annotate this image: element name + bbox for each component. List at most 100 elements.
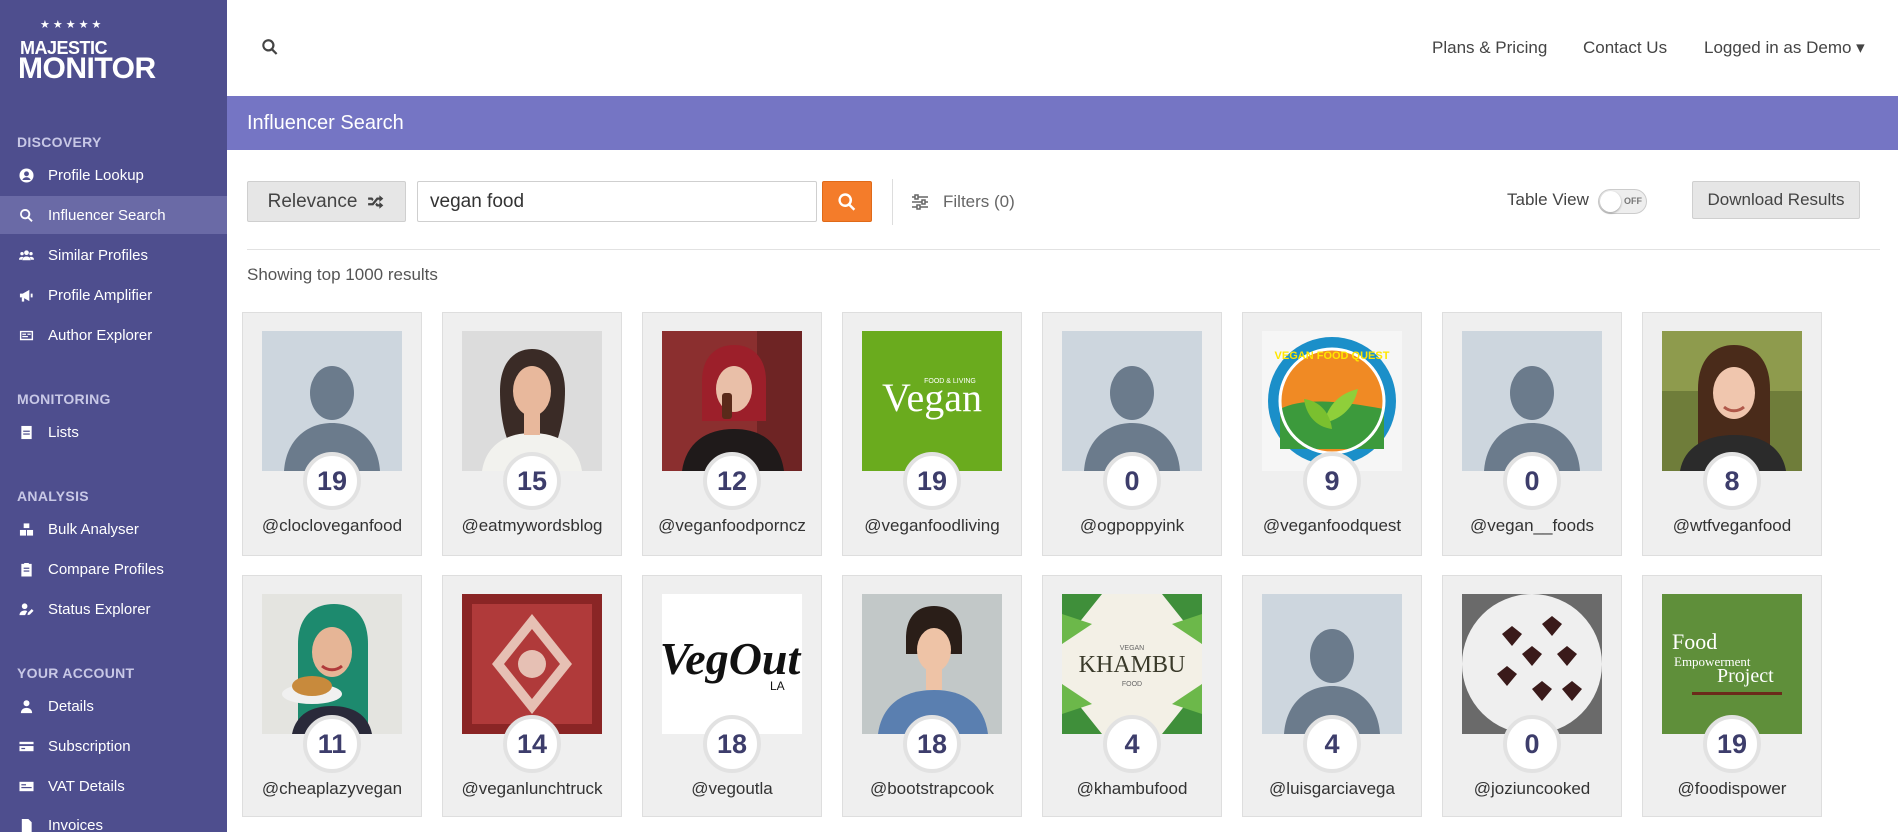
profile-avatar[interactable] xyxy=(262,331,402,471)
profile-avatar[interactable]: FOOD & LIVING Vegan xyxy=(862,331,1002,471)
profile-avatar[interactable]: VEGAN FOOD QUEST xyxy=(1262,331,1402,471)
profile-avatar[interactable] xyxy=(662,331,802,471)
sidebar-item-author-explorer[interactable]: Author Explorer xyxy=(0,316,227,354)
profile-card[interactable]: 0 @ogpoppyink xyxy=(1042,312,1222,556)
search-icon[interactable] xyxy=(261,38,279,56)
sidebar-item-compare-profiles[interactable]: Compare Profiles xyxy=(0,550,227,588)
profile-avatar[interactable] xyxy=(1462,331,1602,471)
page-header: Influencer Search xyxy=(227,96,1898,150)
profile-handle[interactable]: @clocloveganfood xyxy=(243,516,421,536)
score-badge: 19 xyxy=(1703,715,1761,773)
user-menu[interactable]: Logged in as Demo ▾ xyxy=(1704,38,1865,58)
profile-avatar[interactable] xyxy=(862,594,1002,734)
logo-line2: MONITOR xyxy=(18,52,156,85)
sidebar-item-profile-amplifier[interactable]: Profile Amplifier xyxy=(0,276,227,314)
filters-button[interactable]: Filters (0) xyxy=(911,192,1015,212)
logo-line3-text: Project xyxy=(1717,665,1774,687)
search-icon xyxy=(838,192,856,211)
sidebar-item-label: Author Explorer xyxy=(48,326,153,344)
profile-avatar[interactable] xyxy=(262,594,402,734)
logo-sub-text: LA xyxy=(770,679,785,693)
profile-handle[interactable]: @luisgarciavega xyxy=(1243,779,1421,799)
profile-avatar[interactable] xyxy=(462,594,602,734)
shuffle-icon xyxy=(368,194,384,209)
score-badge: 18 xyxy=(903,715,961,773)
toggle-knob xyxy=(1600,191,1621,212)
profile-card[interactable]: VEGAN KHAMBU FOOD 4 @khambufood xyxy=(1042,575,1222,817)
sidebar-item-lists[interactable]: Lists xyxy=(0,413,227,451)
profile-handle[interactable]: @vegan__foods xyxy=(1443,516,1621,536)
sidebar-item-bulk-analyser[interactable]: Bulk Analyser xyxy=(0,510,227,548)
logo-small-text: VEGAN xyxy=(1120,645,1145,652)
profile-card[interactable]: VegOut LA 18 @vegoutla xyxy=(642,575,822,817)
profile-handle[interactable]: @eatmywordsblog xyxy=(443,516,621,536)
page-title: Influencer Search xyxy=(247,112,404,134)
profile-card[interactable]: 4 @luisgarciavega xyxy=(1242,575,1422,817)
table-view-toggle[interactable]: OFF xyxy=(1598,189,1647,214)
profile-handle[interactable]: @khambufood xyxy=(1043,779,1221,799)
profile-card[interactable]: VEGAN FOOD QUEST 9 @veganfoodquest xyxy=(1242,312,1422,556)
profile-handle[interactable]: @veganfoodliving xyxy=(843,516,1021,536)
profile-card[interactable]: 0 @joziuncooked xyxy=(1442,575,1622,817)
profile-avatar[interactable] xyxy=(1462,594,1602,734)
contact-us-link[interactable]: Contact Us xyxy=(1583,38,1667,58)
sidebar-item-subscription[interactable]: Subscription xyxy=(0,727,227,765)
profile-avatar[interactable] xyxy=(1262,594,1402,734)
profile-card[interactable]: Food Empowerment Project 19 @foodispower xyxy=(1642,575,1822,817)
profile-avatar[interactable] xyxy=(1662,331,1802,471)
profile-handle[interactable]: @bootstrapcook xyxy=(843,779,1021,799)
toggle-text: OFF xyxy=(1624,196,1642,206)
list-icon xyxy=(18,424,34,440)
sidebar-item-influencer-search[interactable]: Influencer Search xyxy=(0,196,227,234)
sidebar-item-label: Similar Profiles xyxy=(48,246,149,264)
profile-avatar[interactable]: VEGAN KHAMBU FOOD xyxy=(1062,594,1202,734)
logo-text: KHAMBU xyxy=(1079,652,1186,678)
profile-handle[interactable]: @veganfoodquest xyxy=(1243,516,1421,536)
sidebar-item-status-explorer[interactable]: Status Explorer xyxy=(0,590,227,628)
profile-avatar[interactable] xyxy=(462,331,602,471)
sidebar-item-details[interactable]: Details xyxy=(0,687,227,725)
logo-stars: ★★★★★ xyxy=(40,19,105,31)
plans-pricing-link[interactable]: Plans & Pricing xyxy=(1432,38,1547,58)
profile-card[interactable]: 18 @bootstrapcook xyxy=(842,575,1022,817)
profile-handle[interactable]: @vegoutla xyxy=(643,779,821,799)
profile-card[interactable]: 15 @eatmywordsblog xyxy=(442,312,622,556)
profile-avatar[interactable] xyxy=(1062,331,1202,471)
sort-button[interactable]: Relevance xyxy=(247,181,406,222)
sidebar-item-similar-profiles[interactable]: Similar Profiles xyxy=(0,236,227,274)
profile-handle[interactable]: @veganfoodporncz xyxy=(643,516,821,536)
sidebar: ★★★★★ MAJESTIC MONITOR DISCOVERY Profile… xyxy=(0,0,227,832)
results-summary: Showing top 1000 results xyxy=(247,265,438,284)
profile-handle[interactable]: @cheaplazyvegan xyxy=(243,779,421,799)
search-button[interactable] xyxy=(822,181,872,222)
profile-card[interactable]: 11 @cheaplazyvegan xyxy=(242,575,422,817)
top-navbar: Plans & Pricing Contact Us Logged in as … xyxy=(227,0,1898,96)
download-results-button[interactable]: Download Results xyxy=(1692,181,1860,219)
profile-handle[interactable]: @joziuncooked xyxy=(1443,779,1621,799)
profile-avatar[interactable]: Food Empowerment Project xyxy=(1662,594,1802,734)
logo-text: Vegan xyxy=(882,375,982,420)
profile-card[interactable]: 8 @wtfveganfood xyxy=(1642,312,1822,556)
logo-sub-text: FOOD xyxy=(1122,681,1142,688)
sidebar-item-label: Bulk Analyser xyxy=(48,520,139,538)
sidebar-item-invoices[interactable]: Invoices xyxy=(0,806,227,832)
profile-card[interactable]: FOOD & LIVING Vegan 19 @veganfoodliving xyxy=(842,312,1022,556)
profile-card[interactable]: 0 @vegan__foods xyxy=(1442,312,1622,556)
sidebar-item-profile-lookup[interactable]: Profile Lookup xyxy=(0,156,227,194)
profile-card[interactable]: 14 @veganlunchtruck xyxy=(442,575,622,817)
profile-handle[interactable]: @foodispower xyxy=(1643,779,1821,799)
search-input[interactable] xyxy=(417,181,817,222)
search-icon xyxy=(18,207,34,223)
id-card-icon xyxy=(18,327,34,343)
profile-card[interactable]: 12 @veganfoodporncz xyxy=(642,312,822,556)
sidebar-item-vat-details[interactable]: VAT Details xyxy=(0,767,227,805)
profile-card[interactable]: 19 @clocloveganfood xyxy=(242,312,422,556)
profile-handle[interactable]: @veganlunchtruck xyxy=(443,779,621,799)
section-monitoring: MONITORING xyxy=(17,391,111,407)
profile-handle[interactable]: @wtfveganfood xyxy=(1643,516,1821,536)
logo[interactable]: ★★★★★ MAJESTIC MONITOR xyxy=(18,18,168,85)
profile-handle[interactable]: @ogpoppyink xyxy=(1043,516,1221,536)
users-icon xyxy=(18,247,34,263)
placeholder-avatar-icon xyxy=(1262,594,1402,734)
profile-avatar[interactable]: VegOut LA xyxy=(662,594,802,734)
